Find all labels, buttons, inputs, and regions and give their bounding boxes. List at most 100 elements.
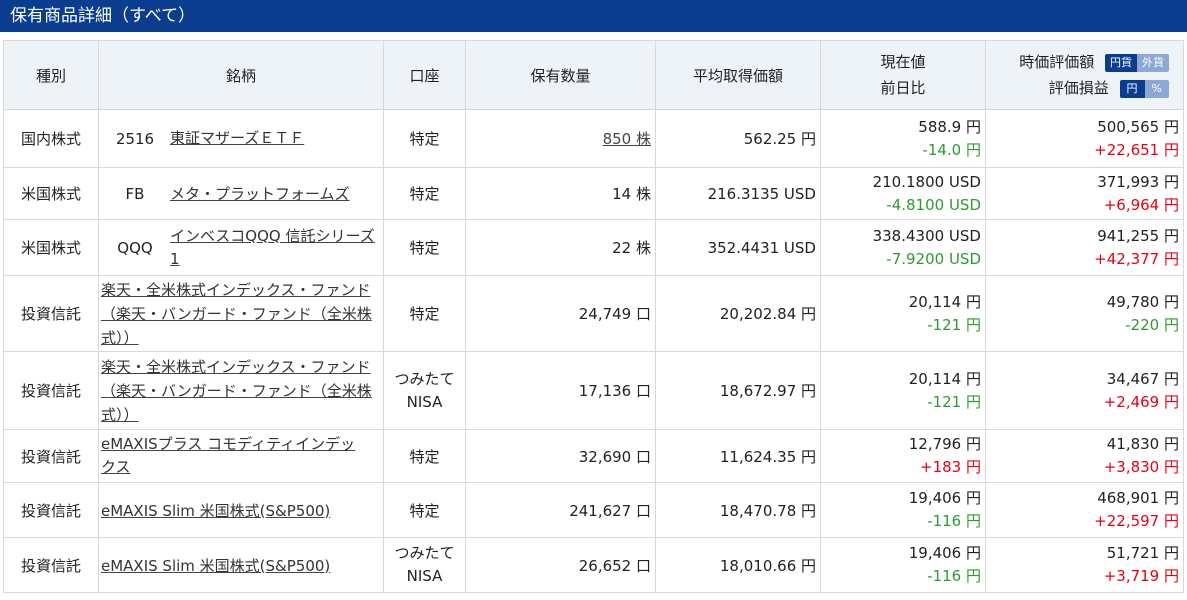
row-avg-cost: 20,202.84 円 xyxy=(655,275,821,352)
row-account: つみたてNISA xyxy=(383,351,466,430)
row-change: -116 円 xyxy=(927,567,981,585)
row-price-cell: 12,796 円 +183 円 xyxy=(820,429,986,483)
row-eval-cell: 49,780 円 -220 円 xyxy=(985,275,1184,352)
row-change: -14.0 円 xyxy=(922,140,981,159)
row-price-cell: 20,114 円 -121 円 xyxy=(820,275,986,352)
security-link[interactable]: eMAXIS Slim 米国株式(S&P500) xyxy=(101,502,330,520)
row-eval: 34,467 円 xyxy=(1106,369,1179,388)
row-price: 20,114 円 xyxy=(908,292,981,311)
row-eval: 41,830 円 xyxy=(1106,435,1179,453)
toggle-yen[interactable]: 円 xyxy=(1119,79,1145,98)
row-name-cell: 楽天・全米株式インデックス・ファンド（楽天・バンガード・ファンド（全米株式）） xyxy=(98,351,384,430)
toggle-foreign-currency[interactable]: 外貨 xyxy=(1137,53,1169,72)
row-name-cell: eMAXIS Slim 米国株式(S&P500) xyxy=(98,482,384,538)
row-change: -121 円 xyxy=(927,392,981,411)
toggle-percent[interactable]: % xyxy=(1144,79,1169,98)
header-quantity: 保有数量 xyxy=(465,40,656,110)
row-code: FB xyxy=(125,184,145,203)
table-row: 米国株式 QQQ インベスコQQQ 信託シリーズ1 特定 22 株 352.44… xyxy=(3,219,1184,276)
row-name-cell: FB メタ・プラットフォームズ xyxy=(98,167,384,220)
row-price: 338.4300 USD xyxy=(872,226,981,245)
row-type: 投資信託 xyxy=(3,537,99,593)
header-price: 現在値 前日比 xyxy=(820,40,986,110)
header-pl-label: 評価損益 xyxy=(1048,79,1109,97)
security-link[interactable]: eMAXIS Slim 米国株式(S&P500) xyxy=(101,557,330,575)
security-link[interactable]: メタ・プラットフォームズ xyxy=(170,183,350,204)
row-pl: +22,651 円 xyxy=(1094,140,1179,159)
security-link[interactable]: 東証マザーズＥＴＦ xyxy=(170,127,310,150)
row-type: 米国株式 xyxy=(3,219,99,276)
row-eval-cell: 371,993 円 +6,964 円 xyxy=(985,167,1184,220)
row-price-cell: 20,114 円 -121 円 xyxy=(820,351,986,430)
row-price-cell: 588.9 円 -14.0 円 xyxy=(820,109,986,168)
row-type: 投資信託 xyxy=(3,275,99,352)
row-quantity: 32,690 口 xyxy=(465,429,656,483)
row-account: 特定 xyxy=(383,275,466,352)
row-eval-cell: 500,565 円 +22,651 円 xyxy=(985,109,1184,168)
row-account: 特定 xyxy=(383,429,466,483)
row-name-cell: eMAXIS Slim 米国株式(S&P500) xyxy=(98,537,384,593)
row-avg-cost: 18,470.78 円 xyxy=(655,482,821,538)
header-account: 口座 xyxy=(383,40,466,110)
row-avg-cost: 562.25 円 xyxy=(655,109,821,168)
row-price: 12,796 円 xyxy=(908,435,981,453)
row-type: 国内株式 xyxy=(3,109,99,168)
row-account: 特定 xyxy=(383,219,466,276)
row-account: 特定 xyxy=(383,482,466,538)
row-change: -116 円 xyxy=(927,512,981,530)
row-type: 投資信託 xyxy=(3,351,99,430)
header-eval: 時価評価額 円貨 外貨 評価損益 円 % xyxy=(985,40,1184,110)
row-name-cell: 2516 東証マザーズＥＴＦ xyxy=(98,109,384,168)
row-code: QQQ xyxy=(117,238,153,257)
table-row: 投資信託 楽天・全米株式インデックス・ファンド（楽天・バンガード・ファンド（全米… xyxy=(3,351,1184,430)
row-account: 特定 xyxy=(383,167,466,220)
header-name: 銘柄 xyxy=(98,40,384,110)
row-eval-cell: 41,830 円 +3,830 円 xyxy=(985,429,1184,483)
row-avg-cost: 18,010.66 円 xyxy=(655,537,821,593)
row-avg-cost: 11,624.35 円 xyxy=(655,429,821,483)
table-row: 投資信託 eMAXISプラス コモディティインデックス 特定 32,690 口 … xyxy=(3,429,1184,483)
row-eval: 500,565 円 xyxy=(1097,117,1179,136)
row-eval: 49,780 円 xyxy=(1106,292,1179,311)
row-pl: +6,964 円 xyxy=(1103,195,1179,214)
row-eval-cell: 941,255 円 +42,377 円 xyxy=(985,219,1184,276)
row-change: +183 円 xyxy=(920,458,981,476)
row-price: 20,114 円 xyxy=(908,369,981,388)
row-name-cell: 楽天・全米株式インデックス・ファンド（楽天・バンガード・ファンド（全米株式）） xyxy=(98,275,384,352)
row-pl: -220 円 xyxy=(1125,315,1179,334)
currency-toggle[interactable]: 円貨 外貨 xyxy=(1105,53,1169,72)
security-link[interactable]: eMAXISプラス コモディティインデックス xyxy=(101,433,366,479)
row-price-cell: 19,406 円 -116 円 xyxy=(820,537,986,593)
row-code: 2516 xyxy=(115,129,155,148)
row-type: 投資信託 xyxy=(3,429,99,483)
row-avg-cost: 18,672.97 円 xyxy=(655,351,821,430)
row-avg-cost: 216.3135 USD xyxy=(655,167,821,220)
row-price-cell: 338.4300 USD -7.9200 USD xyxy=(820,219,986,276)
row-quantity: 17,136 口 xyxy=(465,351,656,430)
security-link[interactable]: 楽天・全米株式インデックス・ファンド（楽天・バンガード・ファンド（全米株式）） xyxy=(101,278,381,350)
header-price-label: 現在値 xyxy=(880,53,926,71)
row-eval-cell: 51,721 円 +3,719 円 xyxy=(985,537,1184,593)
row-price: 19,406 円 xyxy=(908,544,981,562)
toggle-yen-currency[interactable]: 円貨 xyxy=(1105,53,1137,72)
row-price: 588.9 円 xyxy=(918,117,981,136)
header-change-label: 前日比 xyxy=(880,79,926,97)
security-link[interactable]: 楽天・全米株式インデックス・ファンド（楽天・バンガード・ファンド（全米株式）） xyxy=(101,355,381,427)
row-name-cell: QQQ インベスコQQQ 信託シリーズ1 xyxy=(98,219,384,276)
row-change: -121 円 xyxy=(927,315,981,334)
row-name-cell: eMAXISプラス コモディティインデックス xyxy=(98,429,384,483)
security-link[interactable]: インベスコQQQ 信託シリーズ1 xyxy=(170,225,380,271)
quantity-link[interactable]: 850 株 xyxy=(603,130,651,148)
pl-unit-toggle[interactable]: 円 % xyxy=(1119,79,1169,98)
row-change: -4.8100 USD xyxy=(886,195,981,214)
row-quantity: 241,627 口 xyxy=(465,482,656,538)
row-eval-cell: 468,901 円 +22,597 円 xyxy=(985,482,1184,538)
row-eval: 371,993 円 xyxy=(1097,172,1179,191)
row-eval-cell: 34,467 円 +2,469 円 xyxy=(985,351,1184,430)
row-pl: +3,719 円 xyxy=(1103,567,1179,585)
row-account: 特定 xyxy=(383,109,466,168)
table-header-row: 種別 銘柄 口座 保有数量 平均取得価額 現在値 前日比 時価評価額 円貨 外貨… xyxy=(3,40,1184,110)
row-price: 19,406 円 xyxy=(908,489,981,507)
header-avg-cost: 平均取得価額 xyxy=(655,40,821,110)
row-pl: +2,469 円 xyxy=(1103,392,1179,411)
